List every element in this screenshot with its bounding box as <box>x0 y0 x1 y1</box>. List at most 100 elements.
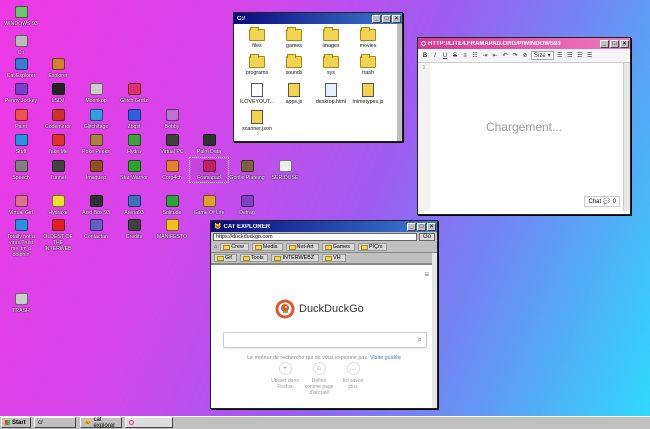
undo-icon[interactable]: ↶ <box>501 51 509 60</box>
bookmark-item[interactable]: Tools <box>239 254 269 262</box>
bookmark-item[interactable]: INTERWEBZ <box>271 254 320 262</box>
desktop-icon[interactable]: SERIOUSE <box>267 159 303 181</box>
desktop-icon[interactable]: Zbqst <box>116 108 152 130</box>
browser-window-titlebar[interactable]: 🐱 CAT EXPLORER _ □ × <box>211 221 437 232</box>
hamburger-menu-icon[interactable]: ≡ <box>424 270 429 279</box>
bookmark-item[interactable]: PIÇm <box>358 243 388 251</box>
numbered-list-icon[interactable]: ☷ <box>471 51 479 60</box>
desktop-icon[interactable]: MANIFESTO <box>154 218 190 240</box>
clear-format-icon[interactable]: ⊘ <box>521 51 529 60</box>
desktop-icon[interactable]: WINDOWS 93 <box>3 5 39 27</box>
desktop-icon[interactable]: Framapad <box>189 157 229 183</box>
maximize-button[interactable]: □ <box>417 222 426 231</box>
taskbar-item-pad[interactable] <box>125 417 173 428</box>
tagline-link[interactable]: Visite guidée <box>370 355 401 361</box>
file-item[interactable]: desktop.html <box>312 83 350 105</box>
align-right-icon[interactable]: ☰ <box>576 51 584 60</box>
desktop-icon[interactable]: Totally not a virus.Trust me..im a dolph… <box>3 218 39 258</box>
bookmark-item[interactable]: VH <box>322 254 346 262</box>
desktop-icon[interactable]: Paint <box>3 108 39 130</box>
bookmark-item[interactable]: Net-Art <box>285 243 319 251</box>
close-button[interactable]: × <box>427 222 436 231</box>
desktop-icon[interactable]: Hydra <box>116 133 152 155</box>
desktop-icon[interactable]: Virtual Girl <box>3 194 39 216</box>
taskbar-item-files[interactable]: c/ <box>34 417 76 428</box>
url-input[interactable] <box>213 233 417 241</box>
folder-item[interactable]: sys <box>312 54 350 76</box>
file-item[interactable]: mimetypes.js <box>349 83 387 105</box>
search-icon[interactable]: ⌕ <box>418 335 422 345</box>
desktop-icon[interactable]: C:/ <box>3 34 39 56</box>
pad-editor[interactable]: 1 Chargement... Chat 💬 0 <box>418 63 630 211</box>
files-window-titlebar[interactable]: C:/ _ □ × <box>234 13 402 24</box>
desktop-icon[interactable]: Solitude <box>154 194 190 216</box>
bookmark-item[interactable]: Gif <box>214 254 237 262</box>
desktop-icon[interactable]: LSDJ <box>40 82 76 104</box>
desktop-icon[interactable]: Poke Peeks <box>78 133 114 155</box>
desktop-icon[interactable]: Arena93 <box>116 194 152 216</box>
desktop-icon[interactable]: Speech <box>3 159 39 181</box>
strike-button[interactable]: S <box>451 51 459 60</box>
bookmark-item[interactable]: Crew <box>220 243 249 251</box>
underline-button[interactable]: U <box>441 51 449 60</box>
maximize-button[interactable]: □ <box>382 14 391 23</box>
taskbar-item-browser[interactable]: 🐱 cat explorer <box>80 417 122 429</box>
close-button[interactable]: × <box>392 14 401 23</box>
folder-item[interactable]: trash <box>349 54 387 76</box>
outdent-icon[interactable]: ⇤ <box>491 51 499 60</box>
desktop-icon[interactable]: Defrag <box>229 194 265 216</box>
desktop-icon[interactable]: Stuff <box>3 133 39 155</box>
bookmark-item[interactable]: Games <box>321 243 355 251</box>
home-icon[interactable]: ⌂ <box>214 244 217 250</box>
desktop-icon[interactable]: Imaquep <box>78 159 114 181</box>
desktop-icon[interactable]: Gorille Plateing <box>229 159 265 181</box>
indent-icon[interactable]: ⇥ <box>481 51 489 60</box>
desktop-icon[interactable]: Credits <box>116 218 152 240</box>
minimize-button[interactable]: _ <box>600 39 609 48</box>
desktop-icon[interactable]: Game Of Life <box>191 194 227 216</box>
search-box[interactable]: ⌕ <box>223 332 427 348</box>
desktop-icon[interactable]: Tunnel <box>40 159 76 181</box>
bullet-list-icon[interactable]: ≡ <box>461 51 469 60</box>
minimize-button[interactable]: _ <box>407 222 416 231</box>
desktop-icon[interactable]: Hydraxe <box>40 194 76 216</box>
folder-item[interactable]: programs <box>238 54 276 76</box>
desktop-icon[interactable]: Explorer <box>40 57 76 79</box>
desktop-icon[interactable]: Star Warrior <box>116 159 152 181</box>
folder-item[interactable]: files <box>238 27 276 49</box>
browser-scrollbar[interactable] <box>432 253 437 408</box>
folder-item[interactable]: images <box>312 27 350 49</box>
go-button[interactable]: Go <box>418 233 435 241</box>
desktop-icon[interactable]: Palm Data <box>191 133 227 155</box>
desktop-icon[interactable]: OLDEST OF THE INTERWEB <box>40 218 76 252</box>
chat-button[interactable]: Chat 💬 0 <box>584 196 620 207</box>
desktop-icon[interactable]: Glitch Grrrlz <box>116 82 152 104</box>
minimize-button[interactable]: _ <box>372 14 381 23</box>
align-justify-icon[interactable]: ☰ <box>586 51 594 60</box>
maximize-button[interactable]: □ <box>610 39 619 48</box>
start-button[interactable]: Start <box>1 417 31 428</box>
folder-item[interactable]: sounds <box>275 54 313 76</box>
italic-button[interactable]: I <box>431 51 439 60</box>
shortcut-item[interactable]: … En savoir plus <box>338 362 368 390</box>
desktop-icon[interactable]: Acid Box 93 <box>78 194 114 216</box>
desktop-icon[interactable]: Corg4ch <box>154 159 190 181</box>
shortcut-item[interactable]: + Utiliser dans Firefox <box>270 362 300 390</box>
desktop-icon[interactable]: Virtual PC <box>154 133 190 155</box>
file-item[interactable]: apps.js <box>275 83 313 105</box>
align-left-icon[interactable]: ☰ <box>556 51 564 60</box>
close-button[interactable]: × <box>620 39 629 48</box>
desktop-icon[interactable]: TRASH <box>3 292 39 314</box>
align-center-icon[interactable]: ☰ <box>566 51 574 60</box>
vertical-scrollbar[interactable] <box>623 63 630 211</box>
redo-icon[interactable]: ↷ <box>511 51 519 60</box>
desktop-icon[interactable]: Cat Explorer <box>3 57 39 79</box>
size-select[interactable]: Size ▾ <box>531 51 554 60</box>
desktop-icon[interactable]: Penny Jockey <box>3 82 39 104</box>
bookmark-item[interactable]: Media <box>251 243 283 251</box>
file-item[interactable]: ILOVEYOUT... <box>238 83 276 105</box>
shortcut-item[interactable]: ⌂ Définir comme page d'accueil <box>304 362 334 396</box>
folder-item[interactable]: movies <box>349 27 387 49</box>
desktop-icon[interactable]: Bobby <box>154 108 190 130</box>
file-item[interactable]: scanner.json <box>238 110 276 132</box>
